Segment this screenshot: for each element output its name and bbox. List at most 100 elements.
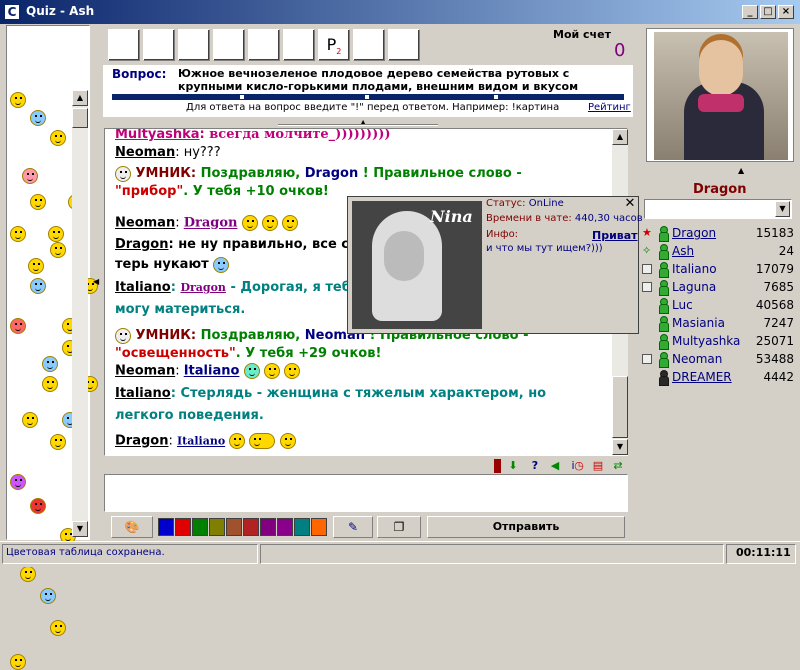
scroll-up-icon[interactable]: ▲ xyxy=(612,129,628,145)
chat-nick[interactable]: Neoman xyxy=(115,216,175,231)
smiley-icon[interactable] xyxy=(29,194,46,210)
scroll-down-icon[interactable]: ▼ xyxy=(72,521,88,537)
user-name[interactable]: Multyashka xyxy=(672,332,740,350)
collapse-photo-icon[interactable]: ▲ xyxy=(738,166,744,175)
smiley-icon[interactable] xyxy=(41,376,58,392)
close-window-button[interactable]: × xyxy=(778,5,794,19)
user-name[interactable]: Ash xyxy=(672,242,694,260)
smiley-icon[interactable] xyxy=(47,226,64,242)
user-name[interactable]: Italiano xyxy=(672,260,717,278)
question-label: Вопрос: xyxy=(112,67,167,81)
smiley-icon[interactable] xyxy=(42,356,58,372)
color-icon[interactable] xyxy=(494,459,501,473)
smiley-icon[interactable] xyxy=(10,92,26,108)
letter-box xyxy=(388,29,420,61)
user-row[interactable]: ★ Dragon 15183 xyxy=(642,224,794,242)
smiley-grid[interactable] xyxy=(8,90,98,670)
chat-nick[interactable]: Dragon xyxy=(115,434,168,449)
chat-addressee[interactable]: Dragon xyxy=(184,216,238,231)
chat-addressee[interactable]: Italiano xyxy=(184,364,240,379)
smiley-icon[interactable] xyxy=(29,110,46,126)
scroll-up-icon[interactable]: ▲ xyxy=(72,90,88,106)
minimize-button[interactable]: _ xyxy=(742,5,758,19)
photo-caption: Nina xyxy=(430,207,473,226)
smiley-icon[interactable] xyxy=(10,318,26,334)
room-select[interactable] xyxy=(644,199,792,219)
smiley-icon[interactable] xyxy=(20,566,36,582)
user-name[interactable]: Laguna xyxy=(672,278,716,296)
chat-text: ну??? xyxy=(183,145,221,160)
color-swatch[interactable] xyxy=(260,518,276,536)
message-input[interactable] xyxy=(104,474,628,512)
chat-nick[interactable]: Italiano xyxy=(115,280,171,295)
sound-icon[interactable]: ◀ xyxy=(548,459,562,473)
user-row[interactable]: Masiania 7247 xyxy=(642,314,794,332)
smiley-scrollbar[interactable] xyxy=(72,90,88,537)
color-swatch[interactable] xyxy=(243,518,259,536)
clock-icon[interactable]: ◷ xyxy=(572,459,586,473)
smiley-icon[interactable] xyxy=(22,412,38,428)
splitter[interactable] xyxy=(278,124,438,126)
document-icon[interactable]: ▤ xyxy=(591,459,605,473)
user-name[interactable]: Dragon xyxy=(672,224,716,242)
chat-nick[interactable]: Neoman xyxy=(115,145,175,160)
color-swatch[interactable] xyxy=(226,518,242,536)
title-bar[interactable] xyxy=(0,0,800,24)
user-name[interactable]: Neoman xyxy=(672,350,722,368)
smiley-icon[interactable] xyxy=(10,226,26,242)
copy-button[interactable]: ❐ xyxy=(377,516,421,538)
status-label: Статус: OnLine xyxy=(486,198,564,209)
chat-addressee[interactable]: Dragon xyxy=(180,281,226,294)
smiley-icon[interactable] xyxy=(49,242,66,258)
smiley-icon[interactable] xyxy=(10,474,26,490)
scroll-thumb[interactable] xyxy=(612,376,628,438)
download-icon[interactable]: ⬇ xyxy=(506,459,520,473)
user-row[interactable]: DREAMER 4442 xyxy=(642,368,794,386)
smiley-icon[interactable] xyxy=(49,130,66,146)
user-row[interactable]: ✧ Ash 24 xyxy=(642,242,794,260)
user-row[interactable]: Neoman 53488 xyxy=(642,350,794,368)
smiley-icon[interactable] xyxy=(49,620,66,636)
smiley-icon[interactable] xyxy=(10,654,26,670)
collapse-left-icon[interactable]: ◀ xyxy=(93,277,99,286)
smiley-icon[interactable] xyxy=(22,168,38,184)
chevron-down-icon[interactable]: ▼ xyxy=(775,201,790,217)
close-popup-icon[interactable]: ✕ xyxy=(623,197,637,211)
smiley-icon[interactable] xyxy=(29,498,46,514)
color-swatch[interactable] xyxy=(175,518,191,536)
smiley-icon xyxy=(249,433,276,449)
user-row[interactable]: Luc 40568 xyxy=(642,296,794,314)
user-row[interactable]: Multyashka 25071 xyxy=(642,332,794,350)
color-swatch[interactable] xyxy=(294,518,310,536)
user-row[interactable]: Laguna 7685 xyxy=(642,278,794,296)
edit-button[interactable]: ✎ xyxy=(333,516,373,538)
chat-addressee[interactable]: Italiano xyxy=(177,435,225,448)
scroll-down-icon[interactable]: ▼ xyxy=(612,439,628,455)
private-link[interactable]: Приват xyxy=(592,229,638,242)
color-swatch[interactable] xyxy=(209,518,225,536)
smiley-icon[interactable] xyxy=(39,588,56,604)
color-swatch[interactable] xyxy=(311,518,327,536)
app-icon[interactable]: C xyxy=(4,4,20,20)
user-name[interactable]: Masiania xyxy=(672,314,725,332)
palette-button[interactable]: 🎨 xyxy=(111,516,153,538)
color-swatch[interactable] xyxy=(192,518,208,536)
color-swatch[interactable] xyxy=(158,518,174,536)
send-button[interactable]: Отправить xyxy=(427,516,625,538)
smiley-icon[interactable] xyxy=(49,434,66,450)
user-name[interactable]: DREAMER xyxy=(672,368,732,386)
scroll-thumb[interactable] xyxy=(72,108,88,128)
swap-icon[interactable]: ⇄ xyxy=(611,459,625,473)
smiley-icon[interactable] xyxy=(28,258,44,274)
chat-nick[interactable]: Multyashka xyxy=(115,129,200,142)
rating-link[interactable]: Рейтинг xyxy=(588,102,631,113)
chat-nick[interactable]: Dragon xyxy=(115,237,168,252)
user-row[interactable]: Italiano 17079 xyxy=(642,260,794,278)
maximize-button[interactable]: □ xyxy=(760,5,776,19)
user-name[interactable]: Luc xyxy=(672,296,693,314)
smiley-icon[interactable] xyxy=(29,278,46,294)
chat-nick[interactable]: Italiano xyxy=(115,386,171,401)
help-icon[interactable]: ? xyxy=(528,459,542,473)
color-swatch[interactable] xyxy=(277,518,293,536)
chat-nick[interactable]: Neoman xyxy=(115,364,175,379)
